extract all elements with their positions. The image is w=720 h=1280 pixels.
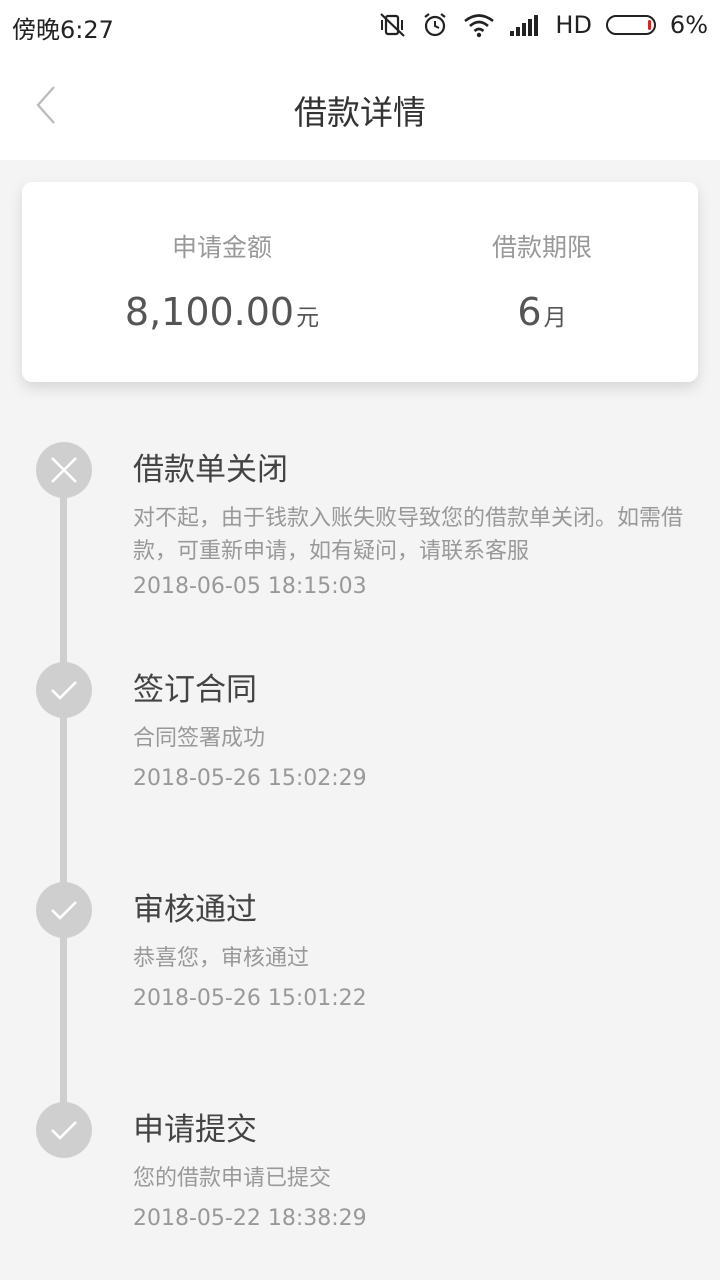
close-icon	[36, 442, 92, 498]
timeline-description: 合同签署成功	[133, 726, 266, 751]
timeline-time: 2018-05-26 15:01:22	[133, 986, 367, 1011]
signal-icon	[509, 13, 541, 37]
network-type: HD	[555, 11, 592, 39]
amount-value: 8,100.00	[124, 290, 295, 334]
loan-summary-card: 申请金额 8,100.00元 借款期限 6月	[22, 182, 698, 382]
battery-percent: 6%	[669, 11, 708, 39]
vibrate-off-icon	[377, 11, 407, 39]
status-bar: 傍晚6:27 HD 6%	[0, 0, 720, 50]
check-icon	[36, 662, 92, 718]
status-time: 傍晚6:27	[12, 16, 114, 44]
timeline-title: 签订合同	[133, 672, 257, 708]
timeline-title: 借款单关闭	[133, 452, 288, 488]
wifi-icon	[463, 12, 495, 38]
term-value-wrapper: 6月	[352, 290, 720, 334]
check-icon	[36, 1102, 92, 1158]
battery-level-fill	[647, 20, 651, 30]
timeline-line	[60, 470, 67, 1130]
timeline-time: 2018-06-05 18:15:03	[133, 574, 367, 599]
page-title: 借款详情	[294, 93, 426, 132]
check-icon	[36, 882, 92, 938]
timeline-time: 2018-05-26 15:02:29	[133, 766, 367, 791]
battery-icon	[605, 15, 656, 35]
status-icons: HD 6%	[377, 8, 708, 42]
term-label: 借款期限	[491, 233, 592, 262]
timeline-title: 审核通过	[133, 892, 257, 928]
term-section: 借款期限 6月	[352, 182, 720, 382]
timeline-time: 2018-05-22 18:38:29	[133, 1206, 367, 1231]
timeline-title: 申请提交	[133, 1112, 257, 1148]
nav-bar: 借款详情	[0, 50, 720, 160]
term-unit: 月	[543, 305, 567, 331]
timeline-description: 您的借款申请已提交	[133, 1166, 332, 1191]
term-value: 6	[517, 290, 542, 334]
alarm-icon	[421, 11, 449, 39]
amount-unit: 元	[296, 305, 320, 331]
timeline-description: 对不起，由于钱款入账失败导致您的借款单关闭。如需借款，可重新申请，如有疑问，请联…	[133, 506, 684, 564]
timeline-description: 恭喜您，审核通过	[133, 946, 310, 971]
